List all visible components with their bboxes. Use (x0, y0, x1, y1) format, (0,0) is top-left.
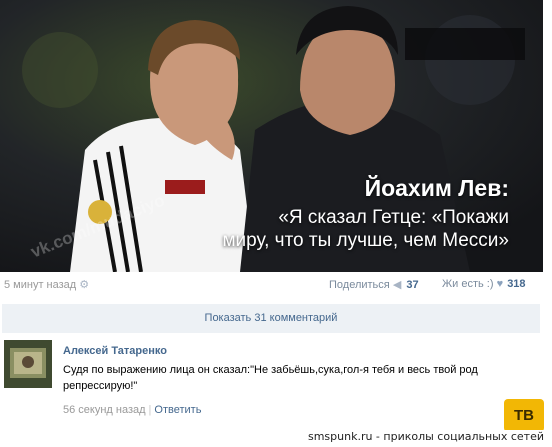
gear-icon[interactable]: ⚙ (79, 278, 89, 291)
reply-link[interactable]: Ответить (154, 404, 201, 416)
like-button[interactable]: Жи есть :) ♥ 318 (442, 278, 526, 290)
comment-separator: | (148, 404, 152, 416)
avatar[interactable] (4, 340, 52, 388)
share-count: 37 (406, 279, 419, 291)
avatar-image (4, 340, 52, 388)
share-button[interactable]: Поделиться ◀ 37 (329, 278, 419, 291)
comment-text-line2: репрессирую!" (63, 380, 138, 392)
comment-text: Судя по выражению лица он сказал:"Не заб… (63, 362, 533, 394)
post-time-label[interactable]: 5 минут назад (4, 279, 76, 291)
post-meta: 5 минут назад ⚙ Поделиться ◀ 37 Жи есть :… (4, 278, 538, 294)
comment-author[interactable]: Алексей Татаренко (63, 345, 167, 357)
caption-name: Йоахим Лев: (364, 175, 509, 201)
caption-quote-line1: «Я сказал Гетце: «Покажи (278, 207, 509, 228)
comment-time[interactable]: 56 секунд назад (63, 404, 146, 416)
like-label: Жи есть :) (442, 278, 494, 290)
megaphone-icon: ◀ (392, 279, 402, 291)
caption-quote-line2: миру, что ты лучше, чем Месси» (222, 230, 509, 251)
post-time[interactable]: 5 минут назад ⚙ (4, 278, 89, 291)
post-photo[interactable]: vk.com/mudaciyo Йоахим Лев: «Я сказал Ге… (0, 0, 543, 272)
heart-icon: ♥ (496, 278, 504, 290)
site-logo-badge: TB (504, 399, 544, 432)
site-caption: smspunk.ru - приколы социальных сетей (305, 430, 546, 443)
photo-caption: Йоахим Лев: «Я сказал Гетце: «Покажи мир… (222, 174, 509, 252)
comment-item: Алексей Татаренко Судя по выражению лица… (4, 340, 538, 420)
like-count: 318 (507, 278, 526, 290)
show-comments-button[interactable]: Показать 31 комментарий (2, 304, 540, 333)
comment-text-line1: Судя по выражению лица он сказал:"Не заб… (63, 364, 478, 376)
share-label: Поделиться (329, 279, 390, 291)
comment-footer: 56 секунд назад | Ответить (63, 404, 201, 416)
